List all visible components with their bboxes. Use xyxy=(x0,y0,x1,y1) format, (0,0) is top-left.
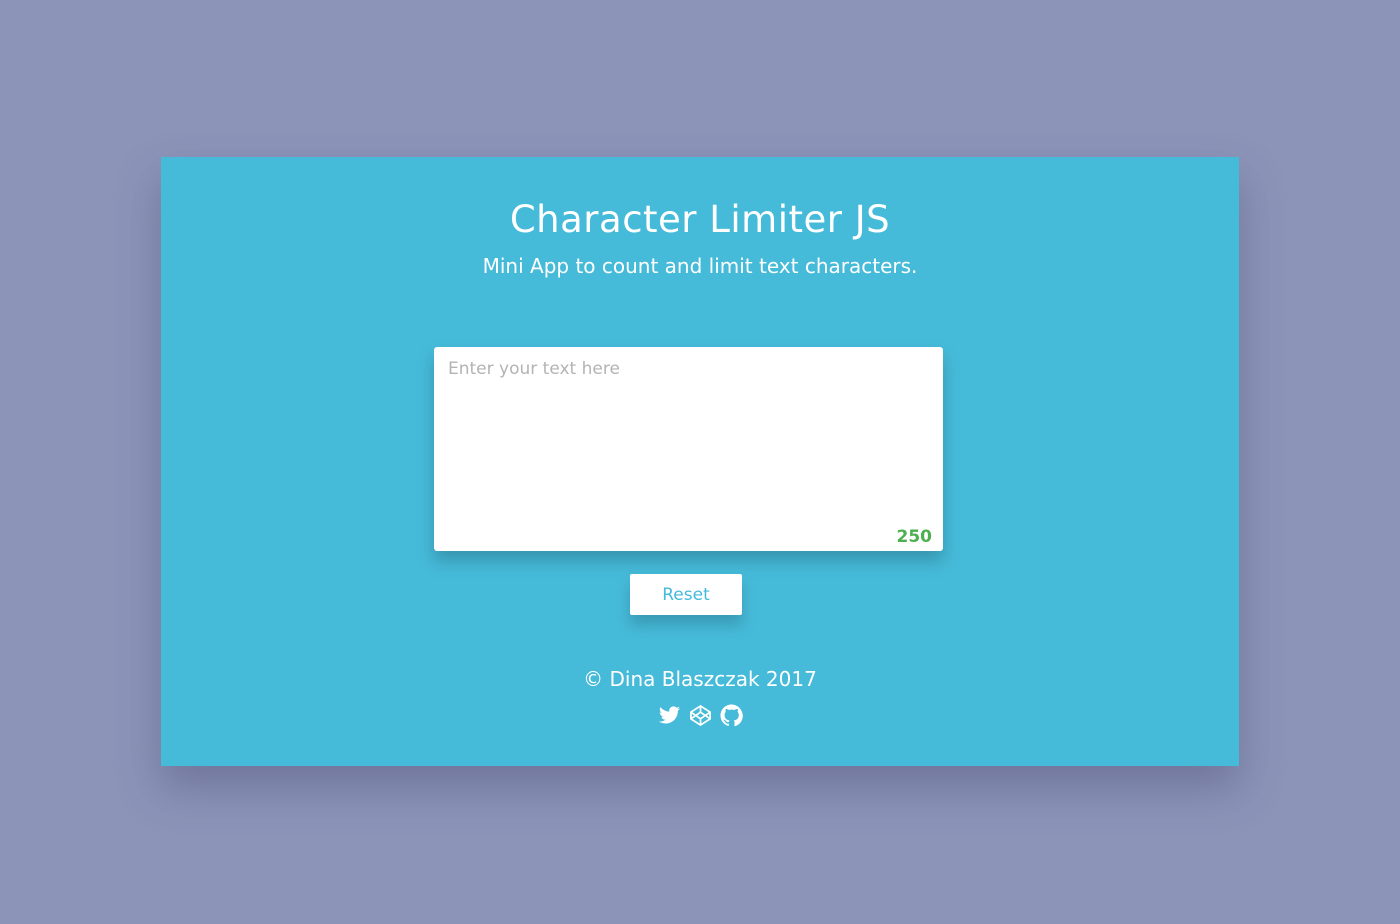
page-title: Character Limiter JS xyxy=(509,198,891,241)
github-icon[interactable] xyxy=(719,704,743,727)
page-subtitle: Mini App to count and limit text charact… xyxy=(482,254,918,278)
social-links xyxy=(161,704,1239,727)
text-input-container: 250 xyxy=(434,347,943,551)
reset-button[interactable]: Reset xyxy=(630,574,742,615)
footer-credit: © Dina Blaszczak 2017 xyxy=(583,667,817,691)
codepen-icon[interactable] xyxy=(689,704,712,727)
app-card: Character Limiter JS Mini App to count a… xyxy=(161,157,1239,766)
character-counter: 250 xyxy=(896,527,933,547)
twitter-icon[interactable] xyxy=(658,704,681,727)
text-input[interactable] xyxy=(434,347,943,551)
